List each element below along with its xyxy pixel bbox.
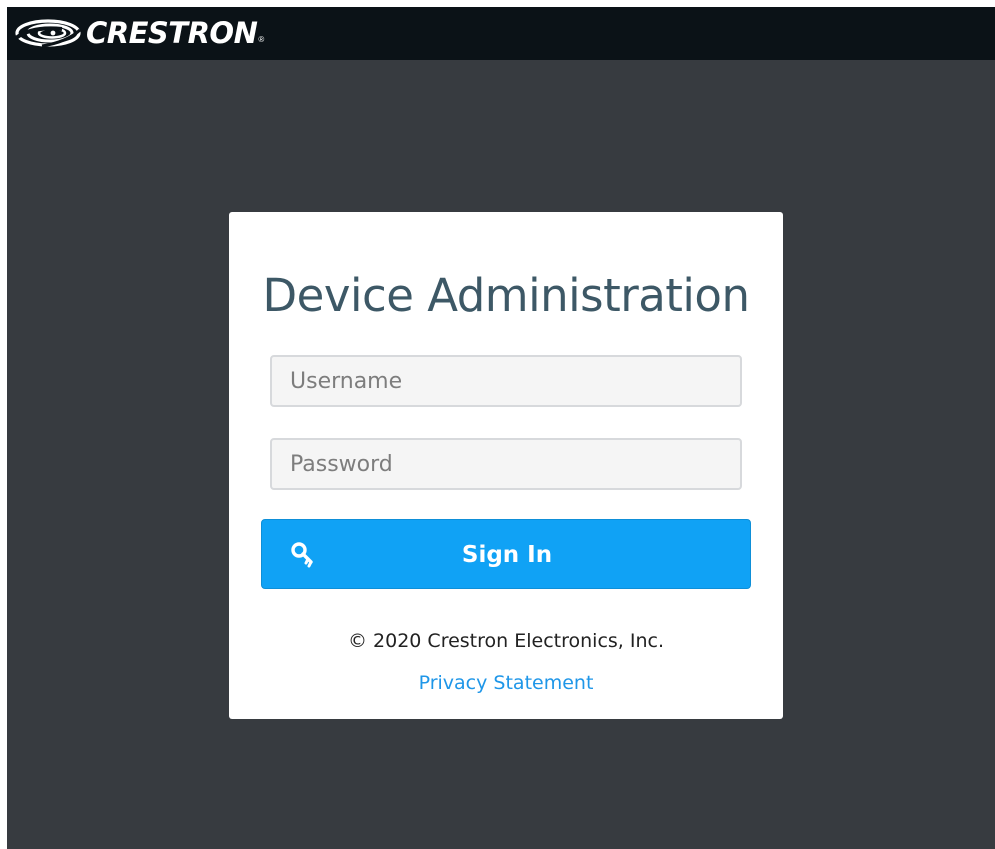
brand-name: CRESTRON <box>86 16 258 50</box>
copyright-text: © 2020 Crestron Electronics, Inc. <box>348 630 664 652</box>
page-title: Device Administration <box>262 269 750 322</box>
crestron-swirl-logo-icon <box>14 19 82 48</box>
username-input[interactable] <box>270 355 742 407</box>
top-bar: CRESTRON ® <box>7 7 995 60</box>
password-input[interactable] <box>270 438 742 490</box>
crestron-logo: CRESTRON ® <box>12 16 264 50</box>
sign-in-button[interactable]: Sign In <box>261 519 751 589</box>
privacy-statement-link[interactable]: Privacy Statement <box>229 672 783 694</box>
page-background: CRESTRON ® Device Administration Sign In… <box>7 7 995 849</box>
registered-mark: ® <box>258 35 265 44</box>
sign-in-label: Sign In <box>461 542 553 568</box>
login-card: Device Administration Sign In © 2020 Cre… <box>229 212 783 719</box>
